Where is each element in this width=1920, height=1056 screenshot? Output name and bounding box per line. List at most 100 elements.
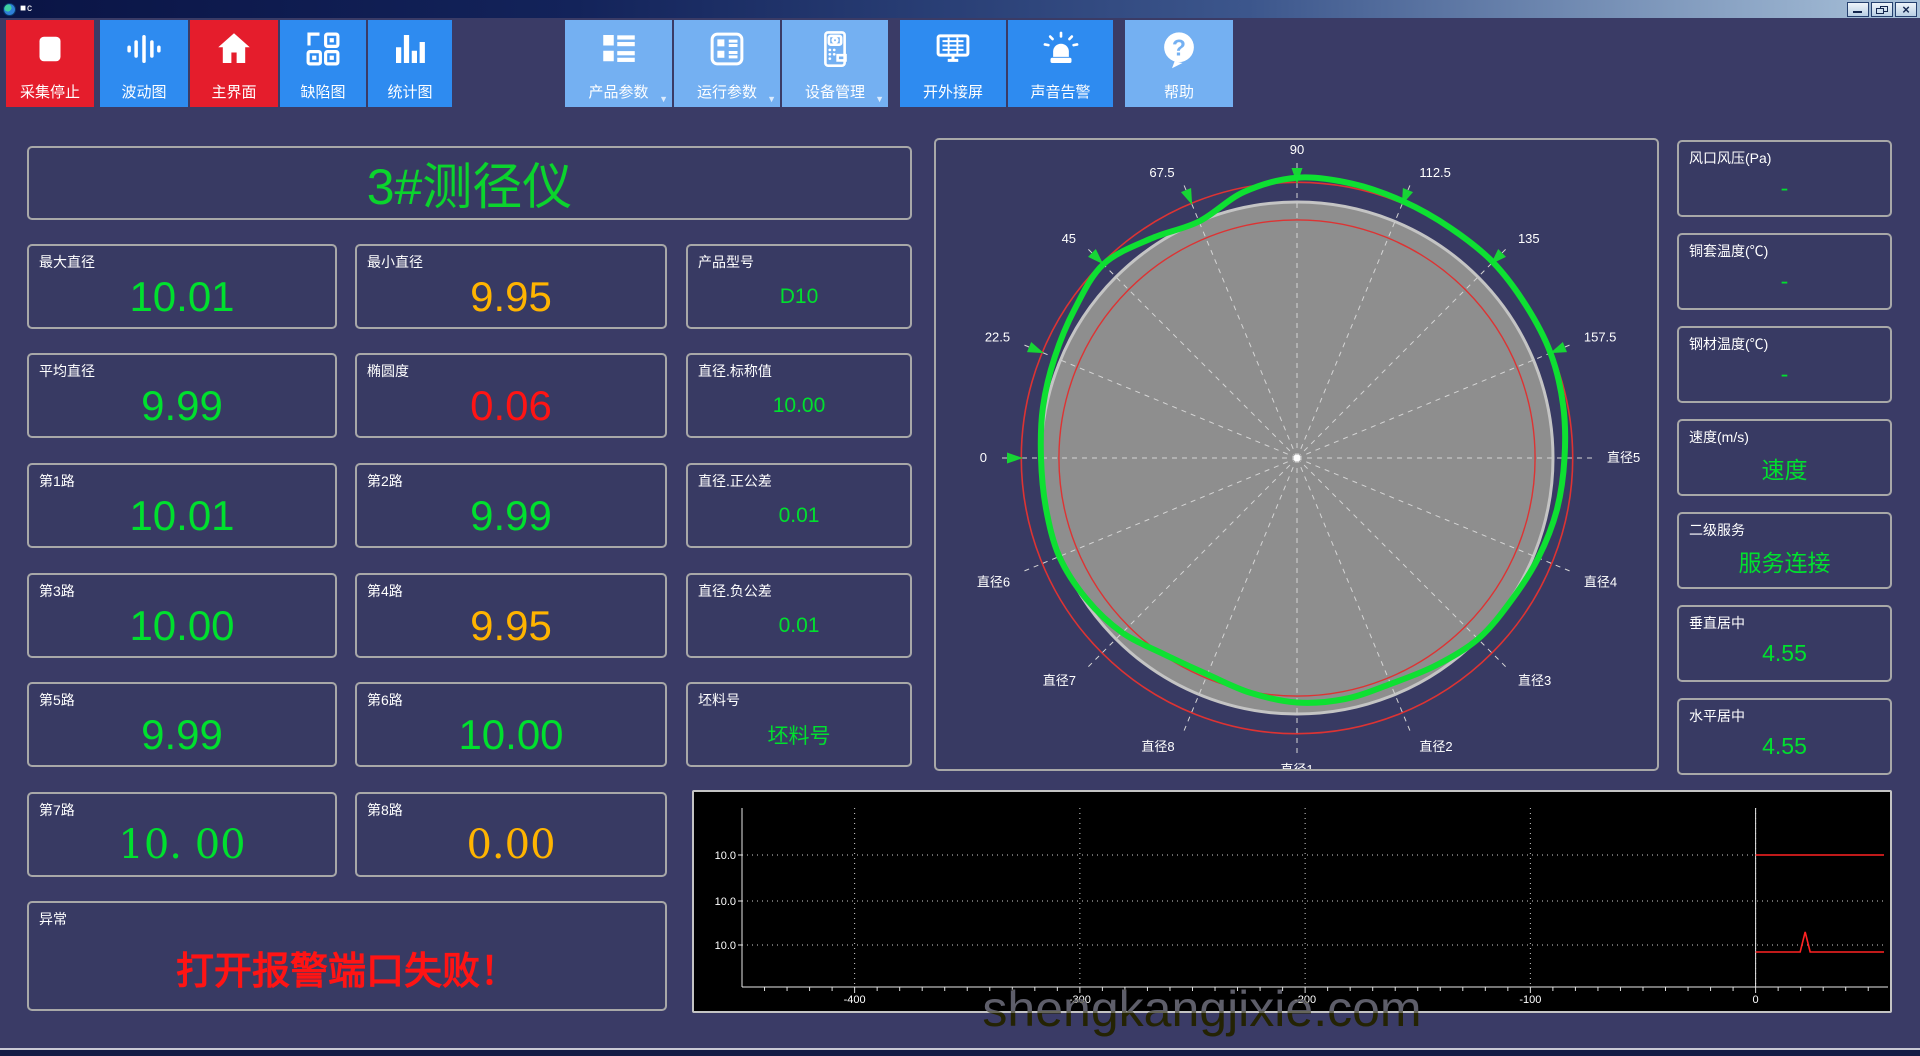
status-value: - xyxy=(1683,350,1886,399)
polar-angle-label: 90 xyxy=(1290,142,1304,157)
stop-icon xyxy=(29,28,71,70)
status-value: - xyxy=(1683,257,1886,306)
main-screen-button[interactable]: 主界面 xyxy=(190,20,278,107)
stats-chart-button[interactable]: 统计图 xyxy=(368,20,452,107)
polar-angle-label: 45 xyxy=(1062,231,1076,246)
metric-label: 平均直径 xyxy=(39,361,95,381)
product-params-icon xyxy=(598,28,640,70)
metric-label: 坯料号 xyxy=(698,690,740,710)
polar-angle-label: 直径3 xyxy=(1518,673,1551,688)
device-manage-button[interactable]: 设备管理▼ xyxy=(782,20,888,107)
toolbar: 采集停止波动图主界面缺陷图统计图产品参数▼运行参数▼设备管理▼开外接屏声音告警?… xyxy=(0,18,1920,110)
metric-label: 椭圆度 xyxy=(367,361,409,381)
sound-alarm-button[interactable]: 声音告警 xyxy=(1008,20,1113,107)
status-value: 服务连接 xyxy=(1683,536,1886,585)
polar-angle-label: 直径5 xyxy=(1607,450,1640,465)
metric-box: 第3路10.00 xyxy=(27,573,337,658)
status-box: 速度(m/s)速度 xyxy=(1677,419,1892,496)
metric-value: 10.01 xyxy=(33,489,331,542)
toolbar-button-label: 波动图 xyxy=(100,81,188,102)
metric-box: 第2路9.99 xyxy=(355,463,667,548)
metric-value: 9.99 xyxy=(361,489,661,542)
metric-box: 直径.负公差0.01 xyxy=(686,573,912,658)
metric-value: 0.01 xyxy=(692,489,906,542)
toolbar-button-label: 统计图 xyxy=(368,81,452,102)
metric-box: 最大直径10.01 xyxy=(27,244,337,329)
status-value: 4.55 xyxy=(1683,629,1886,678)
metric-box: 坯料号坯料号 xyxy=(686,682,912,767)
wave-chart-button[interactable]: 波动图 xyxy=(100,20,188,107)
polar-chart: 90112.5135157.5直径5直径4直径3直径2直径1直径8直径7直径60… xyxy=(936,140,1657,769)
gauge-title: 3#测径仪 xyxy=(367,147,573,219)
polar-angle-label: 112.5 xyxy=(1419,165,1451,180)
x-axis-label: -100 xyxy=(1519,994,1541,1006)
help-button[interactable]: ?帮助 xyxy=(1125,20,1233,107)
x-axis-label: -200 xyxy=(1294,994,1316,1006)
metric-box: 第6路10.00 xyxy=(355,682,667,767)
metric-box: 产品型号D10 xyxy=(686,244,912,329)
toolbar-button-label: 开外接屏 xyxy=(900,81,1006,102)
metric-value: 9.95 xyxy=(361,270,661,323)
metric-label: 产品型号 xyxy=(698,252,754,272)
status-box: 二级服务服务连接 xyxy=(1677,512,1892,589)
collect-stop-button[interactable]: 采集停止 xyxy=(6,20,94,107)
close-button[interactable]: × xyxy=(1895,2,1917,17)
trend-chart-panel: 10.010.010.0-400-300-200-1000 xyxy=(692,790,1892,1013)
polar-angle-label: 直径6 xyxy=(977,574,1010,589)
metric-value: 9.99 xyxy=(33,708,331,761)
run-params-icon xyxy=(706,28,748,70)
red-lower-line xyxy=(1756,932,1884,952)
status-box: 钢材温度(℃)- xyxy=(1677,326,1892,403)
metric-box: 平均直径9.99 xyxy=(27,353,337,438)
y-axis-label: 10.0 xyxy=(715,896,736,908)
polar-chart-panel: 90112.5135157.5直径5直径4直径3直径2直径1直径8直径7直径60… xyxy=(934,138,1659,771)
status-box: 铜套温度(℃)- xyxy=(1677,233,1892,310)
toolbar-button-label: 运行参数 xyxy=(674,81,780,102)
metric-value: D10 xyxy=(692,270,906,323)
window-bottom-edge xyxy=(0,1048,1920,1056)
chevron-down-icon: ▼ xyxy=(875,94,884,104)
metric-value: 10.00 xyxy=(33,599,331,652)
metric-box: 第8路0.00 xyxy=(355,792,667,877)
metric-label: 第2路 xyxy=(367,471,403,491)
metric-label: 第4路 xyxy=(367,581,403,601)
product-params-button[interactable]: 产品参数▼ xyxy=(565,20,672,107)
alert-label: 异常 xyxy=(39,909,67,929)
run-params-button[interactable]: 运行参数▼ xyxy=(674,20,780,107)
metric-box: 直径.正公差0.01 xyxy=(686,463,912,548)
center-dot xyxy=(1294,455,1301,462)
home-icon xyxy=(213,28,255,70)
toolbar-button-label: 产品参数 xyxy=(565,81,672,102)
polar-angle-label: 135 xyxy=(1518,231,1540,246)
metric-label: 第8路 xyxy=(367,800,403,820)
defect-grid-icon xyxy=(302,28,344,70)
chevron-down-icon: ▼ xyxy=(659,94,668,104)
toolbar-button-label: 采集停止 xyxy=(6,81,94,102)
alert-message: 打开报警端口失败！ xyxy=(29,931,665,1003)
minimize-button[interactable] xyxy=(1847,2,1869,17)
angle-marker xyxy=(1181,188,1192,205)
restore-button[interactable] xyxy=(1871,2,1893,17)
metric-label: 第7路 xyxy=(39,800,75,820)
help-icon: ? xyxy=(1158,28,1200,70)
metric-box: 直径.标称值10.00 xyxy=(686,353,912,438)
external-screen-button[interactable]: 开外接屏 xyxy=(900,20,1006,107)
status-value: 速度 xyxy=(1683,443,1886,492)
window-title: ■c xyxy=(20,0,33,18)
metric-box: 第7路10. 00 xyxy=(27,792,337,877)
waveform-icon xyxy=(123,28,165,70)
polar-angle-label: 直径8 xyxy=(1141,739,1174,754)
metric-value: 0.01 xyxy=(692,599,906,652)
device-manage-icon xyxy=(814,28,856,70)
metric-label: 最小直径 xyxy=(367,252,423,272)
metric-label: 第5路 xyxy=(39,690,75,710)
metric-value: 10. 00 xyxy=(33,818,331,871)
x-axis-label: -400 xyxy=(844,994,866,1006)
polar-angle-label: 0 xyxy=(980,450,987,465)
svg-text:?: ? xyxy=(1172,34,1186,60)
status-box: 垂直居中4.55 xyxy=(1677,605,1892,682)
polar-angle-label: 直径4 xyxy=(1584,574,1617,589)
status-value: - xyxy=(1683,164,1886,213)
metric-label: 最大直径 xyxy=(39,252,95,272)
defect-chart-button[interactable]: 缺陷图 xyxy=(280,20,366,107)
